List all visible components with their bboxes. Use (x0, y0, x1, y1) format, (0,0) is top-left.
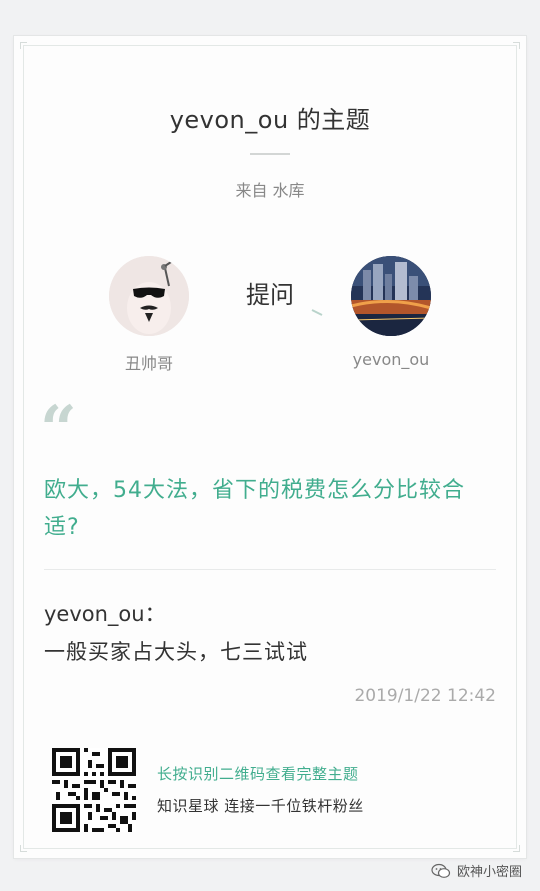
asker-name: 丑帅哥 (124, 354, 173, 373)
watermark-text: 欧神小密圈 (456, 865, 522, 880)
arrow-right-icon (214, 309, 323, 316)
asker-avatar-image (109, 256, 189, 336)
answerer-avatar-image (351, 256, 431, 336)
answer-text: 一般买家占大头，七三试试 (44, 640, 308, 664)
title-divider (250, 153, 290, 155)
asker-avatar[interactable] (109, 256, 189, 336)
wechat-icon (431, 863, 451, 878)
qa-divider (44, 569, 496, 570)
corner-ornament (20, 42, 27, 49)
quote-icon: “ (40, 392, 77, 467)
corner-ornament (20, 845, 27, 852)
answer-timestamp: 2019/1/22 12:42 (354, 686, 496, 706)
topic-source: 来自 水库 (235, 181, 305, 200)
qr-code-icon (52, 748, 136, 832)
question-text: 欧大，54大法，省下的税费怎么分比较合适? (44, 478, 465, 540)
topic-title: yevon_ou 的主题 (169, 106, 371, 134)
qr-description: 知识星球 连接一千位铁杆粉丝 (157, 797, 364, 815)
answerer-name: yevon_ou (352, 350, 430, 369)
watermark: 欧神小密圈 (431, 861, 522, 880)
answerer-avatar[interactable] (351, 256, 431, 336)
card-border (20, 42, 520, 852)
corner-ornament (513, 42, 520, 49)
qr-code[interactable] (52, 748, 136, 832)
topic-card (14, 36, 526, 858)
answer-author: yevon_ou： (44, 602, 166, 626)
ask-label: 提问 (246, 281, 294, 309)
corner-ornament (513, 845, 520, 852)
qr-call-to-action: 长按识别二维码查看完整主题 (157, 765, 359, 783)
